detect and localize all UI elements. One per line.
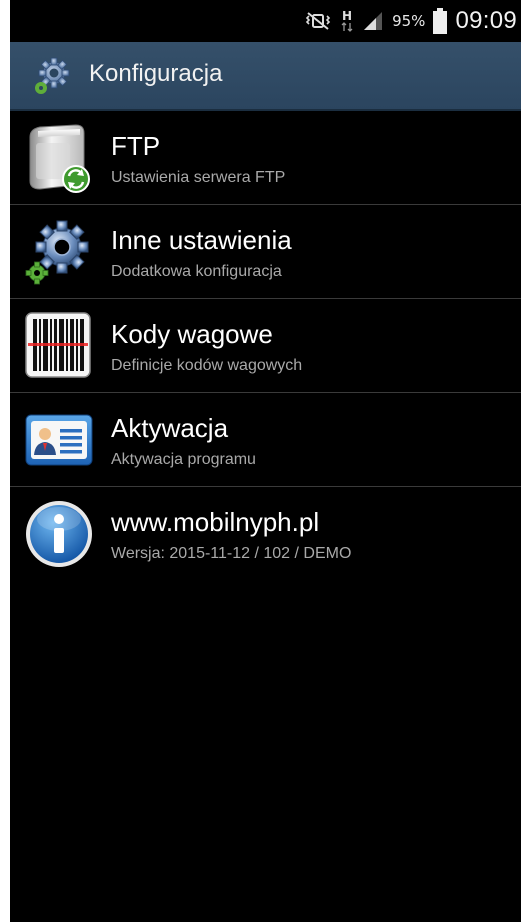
barcode-icon xyxy=(24,311,94,381)
clock: 09:09 xyxy=(455,7,517,34)
list-item-ftp[interactable]: FTP Ustawienia serwera FTP xyxy=(10,111,521,205)
ftp-server-icon xyxy=(24,123,94,193)
list-item-title: www.mobilnyph.pl xyxy=(111,507,320,537)
list-item-weight-codes[interactable]: Kody wagowe Definicje kodów wagowych xyxy=(10,299,521,393)
battery-percent: 95% xyxy=(392,12,426,30)
gear-icon[interactable] xyxy=(32,55,74,97)
info-icon xyxy=(24,499,94,569)
id-card-icon xyxy=(24,405,94,475)
status-bar: H 95% 09:09 xyxy=(10,0,521,42)
list-item-title: Kody wagowe xyxy=(111,319,273,349)
hspa-data-icon: H xyxy=(340,9,354,33)
action-bar: Konfiguracja xyxy=(10,42,521,111)
list-item-subtitle: Aktywacja programu xyxy=(111,451,256,468)
battery-icon xyxy=(433,8,448,34)
settings-list: FTP Ustawienia serwera FTP Inne ustawien… xyxy=(10,111,521,581)
list-item-other-settings[interactable]: Inne ustawienia Dodatkowa konfiguracja xyxy=(10,205,521,299)
list-item-title: Inne ustawienia xyxy=(111,225,292,255)
list-item-title: Aktywacja xyxy=(111,413,229,443)
mute-vibrate-icon xyxy=(304,11,332,31)
list-item-subtitle: Ustawienia serwera FTP xyxy=(111,169,286,186)
gear-icon xyxy=(24,217,94,287)
list-item-activation[interactable]: Aktywacja Aktywacja programu xyxy=(10,393,521,487)
svg-text:H: H xyxy=(342,9,352,23)
page-title: Konfiguracja xyxy=(89,60,223,87)
phone-screen: H 95% 09:09 Konfiguracja FTP Ustawienia … xyxy=(10,0,521,922)
list-item-subtitle: Dodatkowa konfiguracja xyxy=(111,263,282,280)
list-item-title: FTP xyxy=(111,131,161,161)
status-icons: H 95% 09:09 xyxy=(304,0,517,42)
signal-icon xyxy=(362,10,384,32)
list-item-subtitle: Definicje kodów wagowych xyxy=(111,357,303,374)
list-item-website[interactable]: www.mobilnyph.pl Wersja: 2015-11-12 / 10… xyxy=(10,487,521,581)
list-item-subtitle: Wersja: 2015-11-12 / 102 / DEMO xyxy=(111,545,352,562)
